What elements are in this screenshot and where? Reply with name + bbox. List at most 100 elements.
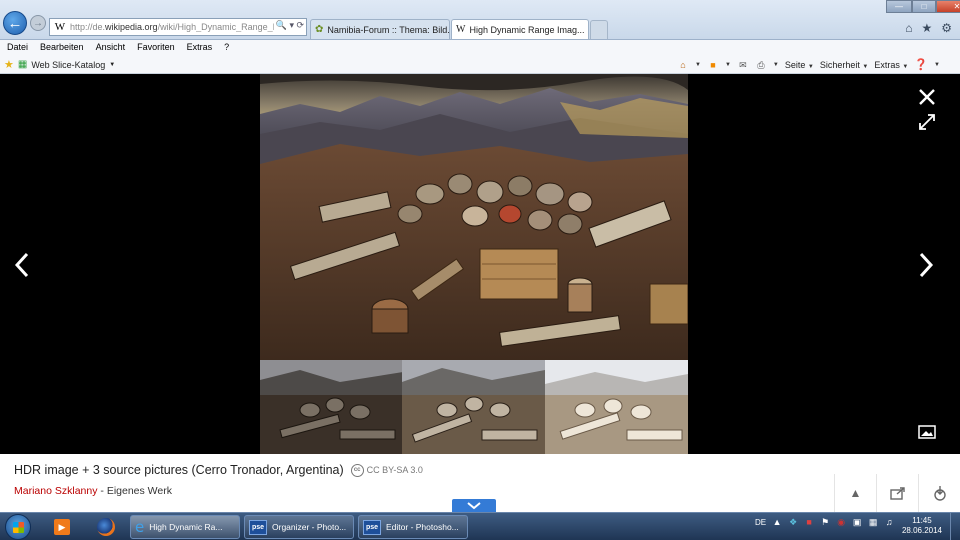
tab-close-icon[interactable]: ✕ [585,24,589,35]
show-desktop-button[interactable] [950,513,960,540]
thumbnail-2[interactable] [402,360,545,454]
network-app-icon[interactable]: ❖ [788,517,798,527]
chevron-down-icon[interactable]: ▼ [773,62,779,68]
menu-file[interactable]: Datei [7,42,28,52]
menu-bar: Datei Bearbeiten Ansicht Favoriten Extra… [0,40,960,54]
window-close-button[interactable]: ✕ [936,0,960,13]
download-icon [933,486,946,501]
clock-date: 28.06.2014 [901,526,943,535]
help-icon[interactable]: ❓ [914,58,928,71]
home-icon[interactable]: ⌂ [677,60,689,70]
chevron-down-icon[interactable]: ▼ [725,62,731,68]
photoshop-elements-icon: pse [363,519,381,535]
taskbar: ▶ e High Dynamic Ra... pse Organizer - P… [0,512,960,540]
taskbar-item-ie[interactable]: e High Dynamic Ra... [130,515,240,539]
share-button[interactable] [876,474,918,512]
home-icon[interactable]: ⌂ [905,21,912,35]
volume-icon[interactable]: ♫ [884,517,894,527]
thumbnail-3[interactable] [545,360,688,454]
start-button[interactable] [5,514,31,540]
caption-title: HDR image + 3 source pictures (Cerro Tro… [14,463,423,477]
license-badge[interactable]: cc CC BY-SA 3.0 [350,463,423,477]
taskbar-item-organizer[interactable]: pse Organizer - Photo... [244,515,354,539]
chevron-down-icon: ▼ [109,61,116,68]
chevron-down-icon[interactable]: ▼ [695,62,701,68]
caption-author-line: Mariano Szklanny - Eigenes Werk [14,485,172,497]
tray-app-icon[interactable]: ▣ [852,517,862,527]
back-arrow-icon: ← [7,14,23,32]
taskbar-item-label: Editor - Photosho... [386,522,459,532]
chevron-right-icon [919,252,934,278]
license-label: CC BY-SA 3.0 [366,465,423,475]
command-bar: ⌂ ▼ ■ ▼ ✉ ⎙ ▼ Seite ▼ Sicherheit ▼ Extras ▼… [677,58,940,71]
action-center-flag-icon[interactable]: ⚑ [820,517,830,527]
forward-button[interactable]: → [30,15,46,31]
tray-expand-icon[interactable]: ▲ [772,517,782,527]
image-title: HDR image + 3 source pictures (Cerro Tro… [14,463,344,477]
tab-label: High Dynamic Range Imag... [469,24,585,35]
page-menu[interactable]: Seite ▼ [785,60,814,70]
tab-hdr-wikipedia[interactable]: W High Dynamic Range Imag... ✕ [451,19,589,39]
web-slice-icon: ▦ [17,59,28,70]
close-icon [919,89,935,105]
menu-tools[interactable]: Extras [187,42,213,52]
favorites-star-icon: ★ [4,59,14,71]
favorites-bar: ★ ▦ Web Slice-Katalog ▼ ⌂ ▼ ■ ▼ ✉ ⎙ ▼ Seite… [0,54,960,74]
menu-favorites[interactable]: Favoriten [137,42,175,52]
close-viewer-button[interactable] [915,85,939,109]
web-slice-gallery[interactable]: ★ ▦ Web Slice-Katalog ▼ [4,58,115,71]
separator: - [97,485,107,497]
thumbnail-1[interactable] [260,360,403,454]
star-icon[interactable]: ★ [921,21,932,35]
previous-image-button[interactable] [10,250,34,280]
chevron-down-icon[interactable]: ▼ [934,62,940,68]
use-elsewhere-button[interactable]: ▲ [834,474,876,512]
back-button[interactable]: ← [3,11,27,35]
next-image-button[interactable] [914,250,938,280]
wikipedia-favicon-icon: W [54,21,66,33]
language-indicator[interactable]: DE [755,518,766,527]
media-player-icon[interactable]: ▶ [44,515,80,539]
minimize-button[interactable]: — [886,0,912,13]
author-link[interactable]: Mariano Szklanny [14,485,97,497]
new-tab-button[interactable] [590,20,608,39]
tools-menu[interactable]: Extras ▼ [874,60,908,70]
megaphone-icon: ▲ [849,486,862,500]
share-icon [889,487,905,500]
clock[interactable]: 11:45 28.06.2014 [900,516,944,536]
address-bar[interactable]: W http://de.wikipedia.org/wiki/High_Dyna… [49,18,307,36]
menu-view[interactable]: Ansicht [96,42,126,52]
tab-label: Namibia-Forum :: Thema: Bild... [327,24,450,35]
menu-edit[interactable]: Bearbeiten [40,42,84,52]
menu-help[interactable]: ? [224,42,229,52]
security-shield-icon[interactable]: ◉ [836,517,846,527]
clock-time: 11:45 [912,516,932,525]
security-menu[interactable]: Sicherheit ▼ [820,60,869,70]
taskbar-item-label: Organizer - Photo... [272,522,347,532]
show-details-button[interactable] [452,499,496,512]
forum-favicon-icon: ✿ [315,23,324,35]
source-label: Eigenes Werk [106,485,172,497]
address-tools[interactable]: 🔍 ▾ ⟳ [273,20,304,31]
window-controls: — □ ✕ [886,0,960,13]
read-mail-icon[interactable]: ✉ [737,60,749,70]
forward-arrow-icon: → [33,17,43,29]
download-button[interactable] [918,474,960,512]
tab-namibia-forum[interactable]: ✿ Namibia-Forum :: Thema: Bild... [310,19,450,39]
antivirus-icon[interactable]: ■ [804,517,814,527]
web-slice-label: Web Slice-Katalog [31,59,106,70]
maximize-button[interactable]: □ [912,0,936,13]
chevron-left-icon [14,252,29,278]
firefox-icon[interactable] [88,515,124,539]
gallery-button[interactable] [917,424,937,440]
taskbar-item-editor[interactable]: pse Editor - Photosho... [358,515,468,539]
scrollbar[interactable] [948,74,960,454]
print-icon[interactable]: ⎙ [755,60,767,70]
gallery-icon [918,425,936,439]
caption-tools: ▲ [834,474,960,512]
rss-feed-icon[interactable]: ■ [707,60,719,70]
fullscreen-button[interactable] [915,111,939,133]
signal-icon[interactable]: ▦ [868,517,878,527]
chevron-down-icon [467,501,481,509]
gear-icon[interactable]: ⚙ [941,21,952,35]
